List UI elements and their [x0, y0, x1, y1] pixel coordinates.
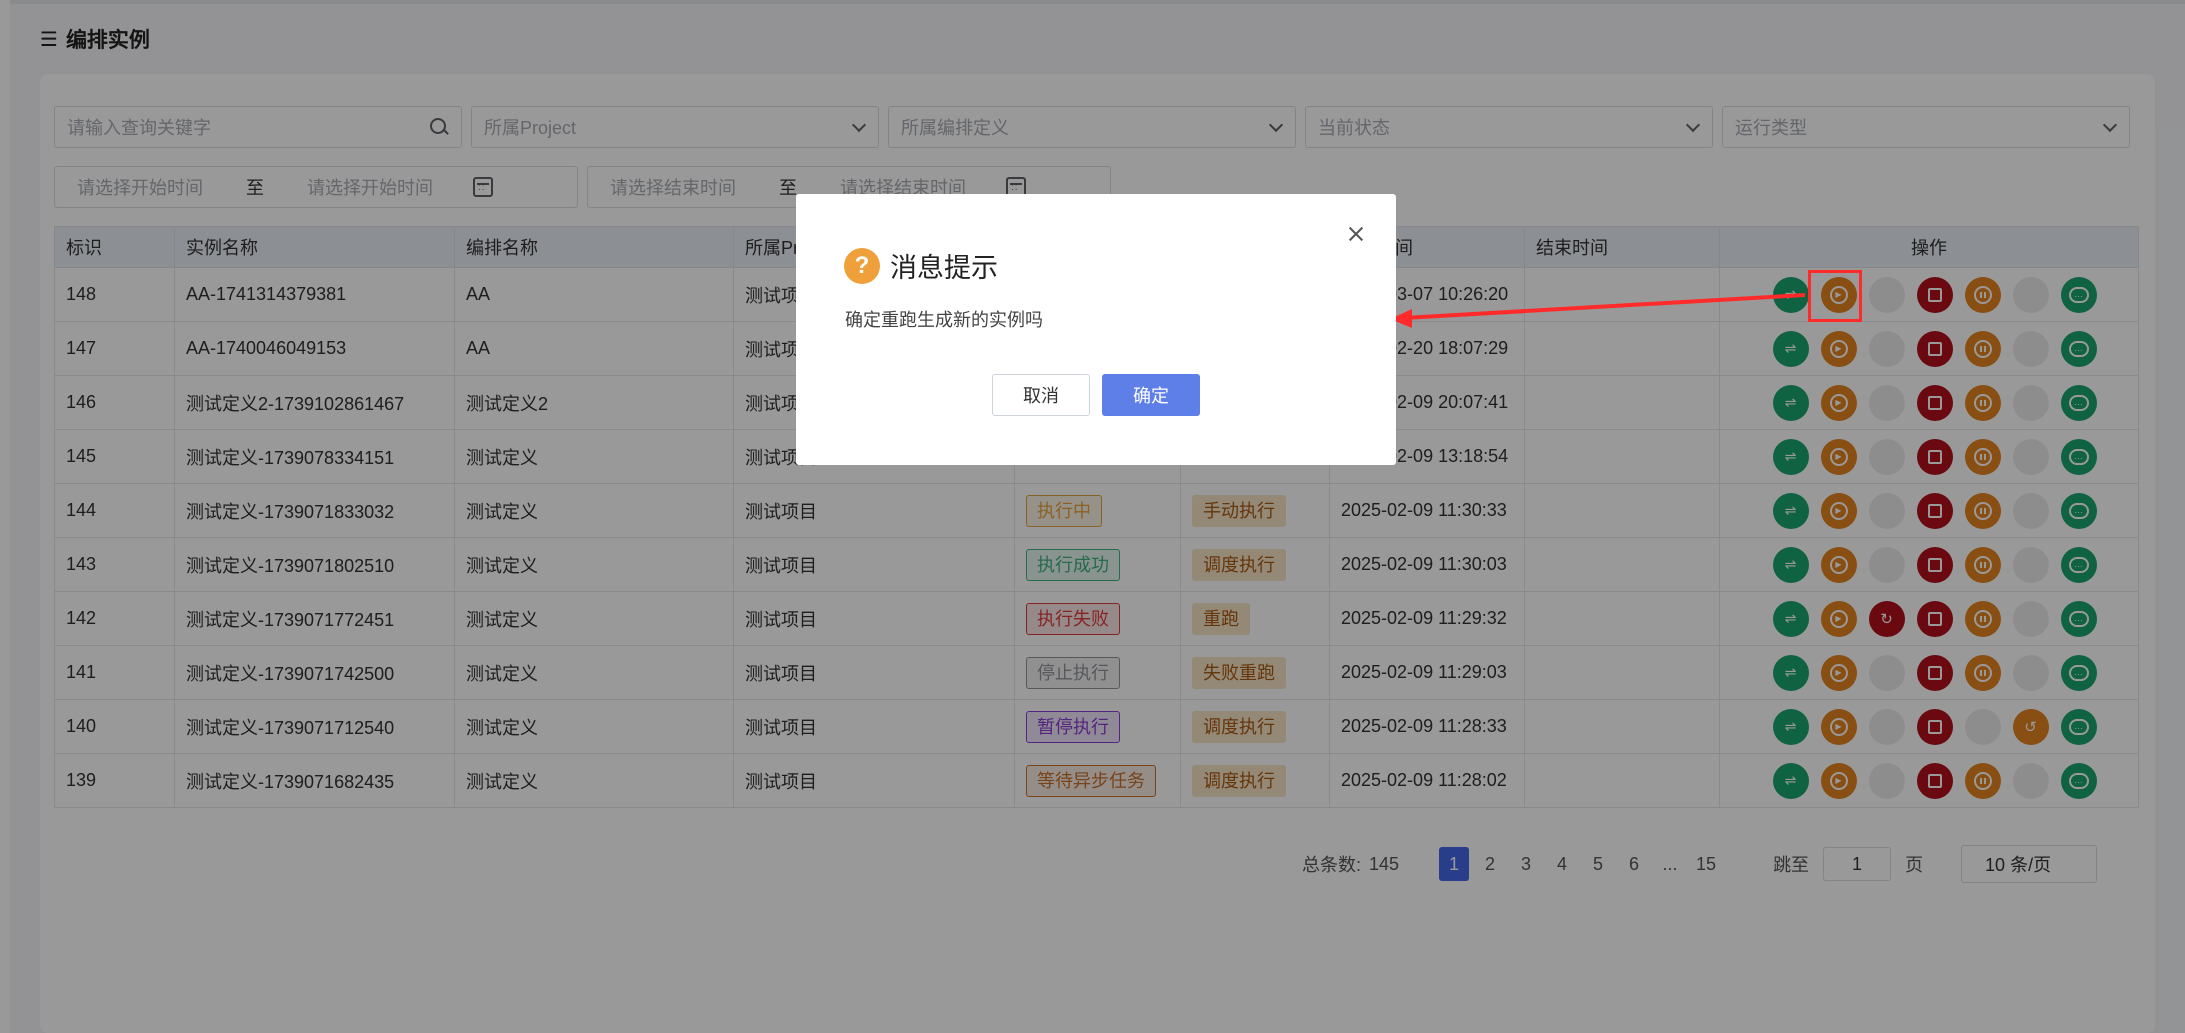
- dialog-title: 消息提示: [890, 253, 998, 283]
- close-icon[interactable]: [1346, 224, 1366, 244]
- dialog-message: 确定重跑生成新的实例吗: [845, 310, 1043, 330]
- annotation-highlight-box: [1808, 270, 1862, 322]
- message-dialog: ? 消息提示 确定重跑生成新的实例吗 取消 确定: [796, 194, 1396, 465]
- cancel-button[interactable]: 取消: [992, 374, 1090, 416]
- question-icon: ?: [844, 247, 880, 284]
- dialog-header: ? 消息提示: [844, 246, 998, 285]
- modal-overlay[interactable]: [0, 0, 2185, 1033]
- page: ☰ 编排实例 请输入查询关键字 所属Project 所属编排定义 当前状态 运行…: [0, 0, 2185, 1033]
- confirm-button[interactable]: 确定: [1102, 374, 1200, 416]
